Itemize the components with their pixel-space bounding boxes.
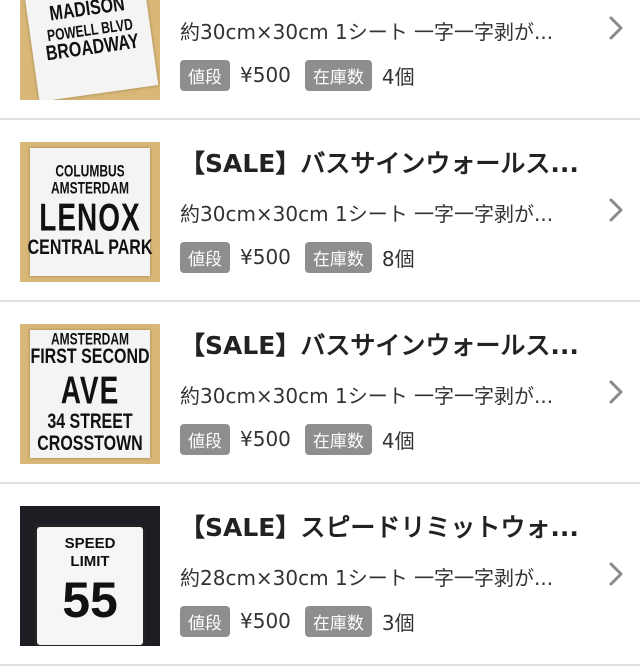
- stock-badge: 在庫数: [304, 423, 372, 455]
- product-thumbnail: AMSTERDAM FIRST SECOND AVE 34 STREET CRO…: [20, 324, 160, 464]
- image-text: LIMIT: [70, 553, 110, 570]
- item-title: 【SALE】バスサインウォールス...: [180, 149, 579, 178]
- stock-badge: 在庫数: [304, 241, 372, 273]
- list-item[interactable]: AMSTERDAM FIRST SECOND AVE 34 STREET CRO…: [0, 302, 640, 484]
- item-description: 約28cm×30cm 1シート 一字一字剥が...: [180, 566, 554, 590]
- chevron-right-icon: [609, 380, 623, 404]
- image-text: 55: [62, 572, 118, 628]
- item-price: ¥500: [240, 63, 291, 87]
- item-price: ¥500: [240, 427, 291, 451]
- item-description: 約30cm×30cm 1シート 一字一字剥が...: [180, 202, 554, 226]
- item-stock: 4個: [381, 64, 415, 89]
- image-text: LENOX: [39, 195, 141, 239]
- item-meta: 値段 ¥500 在庫数 8個: [180, 241, 415, 273]
- price-badge: 値段: [180, 59, 230, 91]
- chevron-right-icon: [609, 562, 623, 586]
- item-price: ¥500: [240, 245, 291, 269]
- price-badge: 値段: [180, 605, 230, 637]
- image-text: AMSTERDAM: [51, 329, 129, 349]
- product-image-sign: AMSTERDAM FIRST SECOND AVE 34 STREET CRO…: [30, 330, 150, 458]
- product-list: MADISON POWELL BLVD BROADWAY 約30cm×30cm …: [0, 0, 640, 666]
- item-title: 【SALE】バスサインウォールス...: [180, 331, 579, 360]
- product-image-sign: MADISON POWELL BLVD BROADWAY: [21, 0, 159, 100]
- item-meta: 値段 ¥500 在庫数 3個: [180, 605, 415, 637]
- product-image-sign: SPEED LIMIT 55: [34, 524, 146, 646]
- image-text: AMSTERDAM: [51, 178, 129, 198]
- stock-badge: 在庫数: [304, 59, 372, 91]
- list-item[interactable]: MADISON POWELL BLVD BROADWAY 約30cm×30cm …: [0, 0, 640, 120]
- item-meta: 値段 ¥500 在庫数 4個: [180, 423, 415, 455]
- item-price: ¥500: [240, 609, 291, 633]
- item-meta: 値段 ¥500 在庫数 4個: [180, 59, 415, 91]
- product-thumbnail: COLUMBUS AMSTERDAM LENOX CENTRAL PARK: [20, 142, 160, 282]
- image-text: 34 STREET: [47, 410, 133, 433]
- item-description: 約30cm×30cm 1シート 一字一字剥が...: [180, 20, 554, 44]
- image-text: CENTRAL PARK: [27, 237, 153, 260]
- product-thumbnail: SPEED LIMIT 55: [20, 506, 160, 646]
- chevron-right-icon: [609, 16, 623, 40]
- item-title: 【SALE】スピードリミットウォ...: [180, 513, 579, 542]
- chevron-right-icon: [609, 198, 623, 222]
- item-stock: 4個: [381, 428, 415, 453]
- product-thumbnail: MADISON POWELL BLVD BROADWAY: [20, 0, 160, 100]
- item-stock: 8個: [381, 246, 415, 271]
- image-text: CROSSTOWN: [37, 433, 143, 456]
- product-image-sign: COLUMBUS AMSTERDAM LENOX CENTRAL PARK: [27, 148, 153, 276]
- image-text: FIRST SECOND: [30, 346, 150, 369]
- item-description: 約30cm×30cm 1シート 一字一字剥が...: [180, 384, 554, 408]
- list-item[interactable]: COLUMBUS AMSTERDAM LENOX CENTRAL PARK 【S…: [0, 120, 640, 302]
- stock-badge: 在庫数: [304, 605, 372, 637]
- item-stock: 3個: [381, 610, 415, 635]
- list-item[interactable]: SPEED LIMIT 55 【SALE】スピードリミットウォ... 約28cm…: [0, 484, 640, 666]
- image-text: SPEED: [64, 535, 116, 552]
- price-badge: 値段: [180, 423, 230, 455]
- image-text: AVE: [60, 368, 120, 413]
- price-badge: 値段: [180, 241, 230, 273]
